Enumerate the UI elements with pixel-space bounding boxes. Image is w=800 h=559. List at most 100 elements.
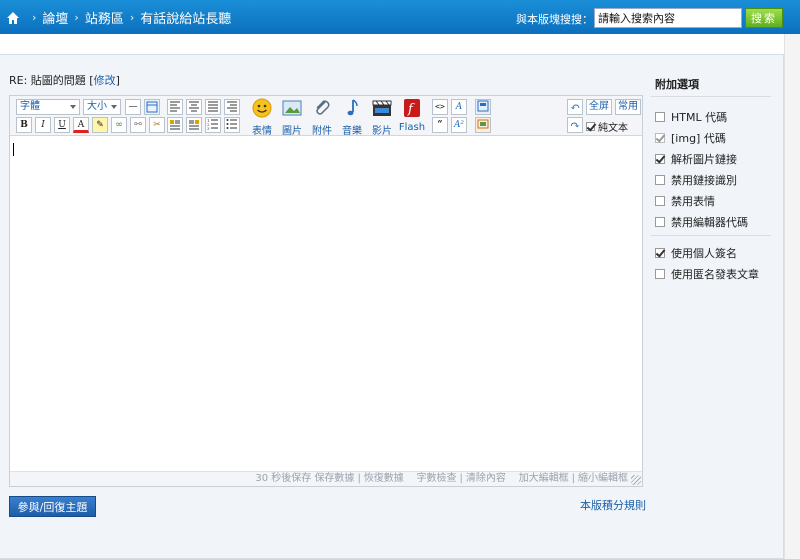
superscript-icon[interactable]: A² (451, 117, 467, 133)
insert-media-icon[interactable] (475, 117, 491, 133)
float-left-icon[interactable] (167, 117, 183, 133)
plain-text-toggle[interactable]: 純文本 (586, 119, 628, 134)
highlight-icon[interactable]: ✎ (92, 117, 108, 133)
enlarge-editor-link[interactable]: 加大編輯框 (519, 473, 569, 484)
editor-textarea[interactable] (10, 137, 642, 471)
flash-button[interactable]: f Flash (397, 98, 427, 134)
plain-text-checkbox[interactable] (586, 122, 595, 131)
breadcrumb-item-admin[interactable]: 站務區 (85, 8, 124, 27)
emoticon-button[interactable]: 表情 (247, 98, 277, 137)
music-button[interactable]: 音樂 (337, 98, 367, 137)
video-button[interactable]: 影片 (367, 98, 397, 137)
font-select[interactable]: 字體 (16, 99, 80, 115)
common-button[interactable]: 常用 (615, 99, 641, 115)
breadcrumb-item-board[interactable]: 有話說給站長聽 (140, 8, 231, 27)
horizontal-rule-icon[interactable]: — (125, 99, 141, 115)
img-code-checkbox[interactable] (655, 133, 665, 143)
option-disable-emoticons[interactable]: 禁用表情 (655, 193, 715, 209)
option-label: 禁用表情 (671, 195, 715, 208)
chevron-right-icon: › (32, 11, 37, 24)
attachment-button[interactable]: 附件 (307, 98, 337, 137)
plain-text-label: 純文本 (598, 123, 628, 134)
top-bar: › 論壇 › 站務區 › 有話說給站長聽 與本版塊搜搜： 搜索 (0, 0, 800, 34)
post-title-text: RE: 貼圖的問題 (9, 74, 90, 87)
shrink-editor-link[interactable]: 縮小編輯框 (578, 473, 628, 484)
undo-icon[interactable]: ↶ (567, 99, 583, 115)
option-label: HTML 代碼 (671, 111, 728, 124)
clear-format-icon[interactable]: ✂ (149, 117, 165, 133)
search-label: 與本版塊搜搜： (516, 13, 593, 26)
float-right-icon[interactable] (186, 117, 202, 133)
separator: | (357, 473, 361, 484)
word-count-link[interactable]: 字數檢查 (417, 473, 457, 484)
attachment-label: 附件 (312, 126, 332, 137)
parse-image-links-checkbox[interactable] (655, 154, 665, 164)
link-icon[interactable]: ∞ (111, 117, 127, 133)
disable-editor-code-checkbox[interactable] (655, 217, 665, 227)
image-button[interactable]: 圖片 (277, 98, 307, 137)
option-label: 禁用鏈接識別 (671, 174, 737, 187)
music-label: 音樂 (342, 126, 362, 137)
disable-emoticons-checkbox[interactable] (655, 196, 665, 206)
font-style-icon[interactable]: A (451, 99, 467, 115)
autosave-text: 30 秒後保存 (255, 473, 312, 484)
align-justify-icon[interactable] (205, 99, 221, 115)
editor-toolbar: 字體 大小 — B I U A ✎ ∞ ⚯ ✂ 123 表情 圖片 附件 音樂 … (10, 96, 642, 137)
html-code-checkbox[interactable] (655, 112, 665, 122)
option-img-code[interactable]: [img] 代碼 (655, 130, 726, 146)
option-html-code[interactable]: HTML 代碼 (655, 109, 727, 125)
underline-icon[interactable]: U (54, 117, 70, 133)
restore-data-link[interactable]: 恢復數據 (364, 473, 404, 484)
option-post-anonymously[interactable]: 使用匿名發表文章 (655, 266, 759, 282)
option-label: 解析圖片鏈接 (671, 153, 737, 166)
resize-grip-icon[interactable] (631, 475, 641, 485)
clapperboard-icon (372, 100, 392, 116)
reply-button[interactable]: 參與/回復主題 (9, 496, 96, 517)
image-icon (282, 100, 302, 116)
board-rules-link[interactable]: 本版積分規則 (580, 497, 646, 513)
quote-icon[interactable]: “ (432, 117, 448, 133)
options-title: 附加選項 (655, 78, 699, 91)
edit-link[interactable]: 修改 (94, 74, 116, 87)
fullscreen-button[interactable]: 全屏 (586, 99, 612, 115)
disable-link-detection-checkbox[interactable] (655, 175, 665, 185)
size-select[interactable]: 大小 (83, 99, 121, 115)
option-parse-image-links[interactable]: 解析圖片鏈接 (655, 151, 737, 167)
chevron-down-icon (70, 105, 76, 109)
text-caret (13, 143, 14, 156)
search-input[interactable] (594, 8, 742, 28)
option-label: 使用個人簽名 (671, 247, 737, 260)
template-icon[interactable] (475, 99, 491, 115)
option-disable-editor-code[interactable]: 禁用編輯器代碼 (655, 214, 748, 230)
bold-icon[interactable]: B (16, 117, 32, 133)
clear-content-link[interactable]: 清除內容 (466, 473, 506, 484)
save-data-link[interactable]: 保存數據 (314, 473, 354, 484)
flash-label: Flash (398, 122, 426, 133)
breadcrumb-item-forum[interactable]: 論壇 (42, 8, 68, 27)
search-button[interactable]: 搜索 (745, 8, 783, 28)
paperclip-icon (316, 100, 330, 115)
unlink-icon[interactable]: ⚯ (130, 117, 146, 133)
align-left-icon[interactable] (167, 99, 183, 115)
table-icon[interactable] (144, 99, 160, 115)
home-icon[interactable] (6, 11, 20, 25)
italic-icon[interactable]: I (35, 117, 51, 133)
use-signature-checkbox[interactable] (655, 248, 665, 258)
code-icon[interactable]: <> (432, 99, 448, 115)
option-label: [img] 代碼 (671, 132, 726, 145)
align-center-icon[interactable] (186, 99, 202, 115)
page-scrollbar[interactable] (784, 34, 800, 559)
unordered-list-icon[interactable] (224, 117, 240, 133)
post-title: RE: 貼圖的問題 [修改] (9, 74, 120, 87)
chevron-right-icon: › (129, 11, 135, 24)
separator: | (459, 473, 463, 484)
post-anonymously-checkbox[interactable] (655, 269, 665, 279)
separator: | (571, 473, 575, 484)
text-color-icon[interactable]: A (73, 117, 89, 133)
align-right-icon[interactable] (224, 99, 240, 115)
ordered-list-icon[interactable]: 123 (205, 117, 221, 133)
option-use-signature[interactable]: 使用個人簽名 (655, 245, 737, 261)
option-disable-link-detection[interactable]: 禁用鏈接識別 (655, 172, 737, 188)
breadcrumb: › 論壇 › 站務區 › 有話說給站長聽 (6, 8, 231, 27)
redo-icon[interactable]: ↷ (567, 117, 583, 133)
